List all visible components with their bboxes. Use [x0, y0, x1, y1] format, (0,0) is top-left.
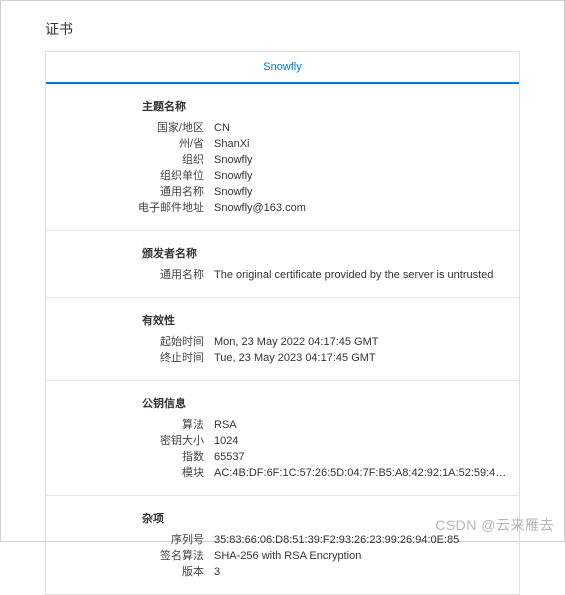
tab-bar: Snowfly	[46, 52, 519, 84]
value-state: ShanXi	[214, 136, 519, 152]
validity-heading: 有效性	[46, 310, 519, 334]
misc-heading: 杂项	[46, 508, 519, 532]
pubkey-heading: 公钥信息	[46, 393, 519, 417]
tab-snowfly[interactable]: Snowfly	[46, 52, 519, 82]
label-sigalg: 签名算法	[46, 548, 214, 564]
validity-section: 有效性 起始时间Mon, 23 May 2022 04:17:45 GMT 终止…	[46, 298, 519, 381]
label-keysize: 密钥大小	[46, 433, 214, 449]
label-org-unit: 组织单位	[46, 168, 214, 184]
value-org-unit: Snowfly	[214, 168, 519, 184]
subject-section: 主题名称 国家/地区CN 州/省ShanXi 组织Snowfly 组织单位Sno…	[46, 84, 519, 231]
value-modulus: AC:4B:DF:6F:1C:57:26:5D:04:7F:B5:A8:42:9…	[214, 465, 519, 481]
label-email: 电子邮件地址	[46, 200, 214, 216]
label-modulus: 模块	[46, 465, 214, 481]
label-serial: 序列号	[46, 532, 214, 548]
value-serial: 35:83:66:06:D8:51:39:F2:93:26:23:99:26:9…	[214, 532, 519, 548]
value-not-after: Tue, 23 May 2023 04:17:45 GMT	[214, 350, 519, 366]
label-common-name: 通用名称	[46, 184, 214, 200]
value-not-before: Mon, 23 May 2022 04:17:45 GMT	[214, 334, 519, 350]
value-org: Snowfly	[214, 152, 519, 168]
value-email: Snowfly@163.com	[214, 200, 519, 216]
pubkey-section: 公钥信息 算法RSA 密钥大小1024 指数65537 模块AC:4B:DF:6…	[46, 381, 519, 496]
label-not-after: 终止时间	[46, 350, 214, 366]
label-not-before: 起始时间	[46, 334, 214, 350]
value-version: 3	[214, 564, 519, 580]
label-version: 版本	[46, 564, 214, 580]
label-country: 国家/地区	[46, 120, 214, 136]
misc-section: 杂项 序列号35:83:66:06:D8:51:39:F2:93:26:23:9…	[46, 496, 519, 594]
value-exponent: 65537	[214, 449, 519, 465]
certificate-card: Snowfly 主题名称 国家/地区CN 州/省ShanXi 组织Snowfly…	[45, 51, 520, 595]
value-issuer-cn: The original certificate provided by the…	[214, 267, 519, 283]
label-exponent: 指数	[46, 449, 214, 465]
value-algo: RSA	[214, 417, 519, 433]
issuer-section: 颁发者名称 通用名称The original certificate provi…	[46, 231, 519, 298]
value-sigalg: SHA-256 with RSA Encryption	[214, 548, 519, 564]
value-common-name: Snowfly	[214, 184, 519, 200]
value-country: CN	[214, 120, 519, 136]
issuer-heading: 颁发者名称	[46, 243, 519, 267]
page-title: 证书	[1, 1, 564, 47]
label-algo: 算法	[46, 417, 214, 433]
label-issuer-cn: 通用名称	[46, 267, 214, 283]
label-org: 组织	[46, 152, 214, 168]
label-state: 州/省	[46, 136, 214, 152]
value-keysize: 1024	[214, 433, 519, 449]
subject-heading: 主题名称	[46, 96, 519, 120]
